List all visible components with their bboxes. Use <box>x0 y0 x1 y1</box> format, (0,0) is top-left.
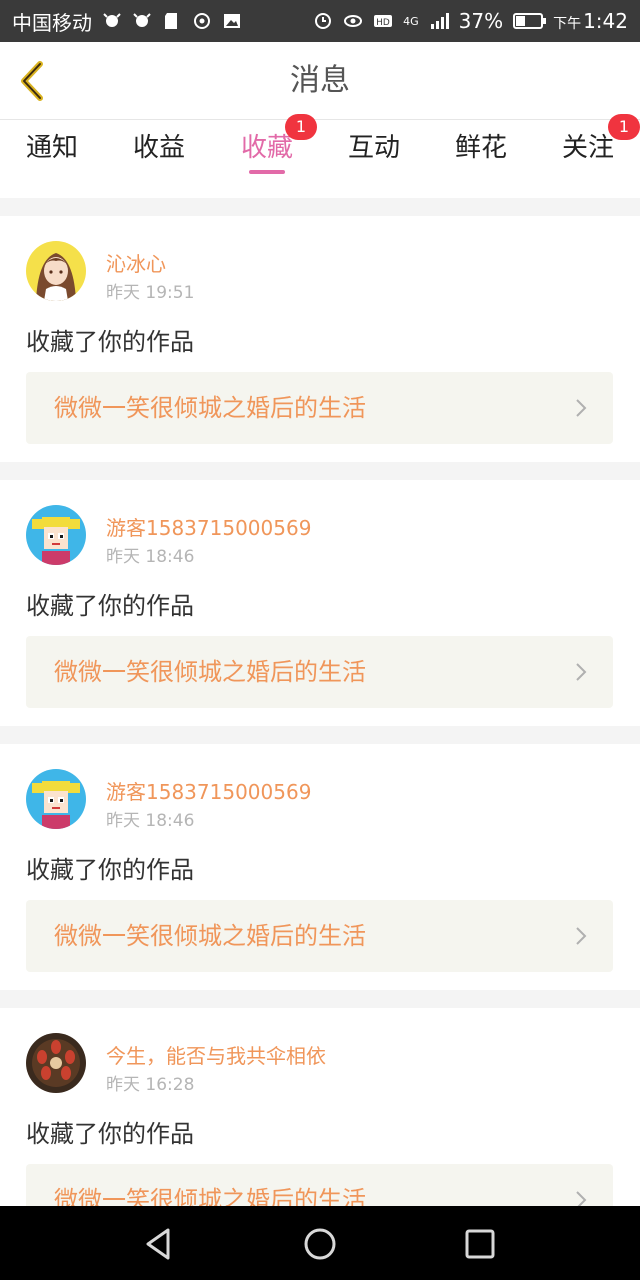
status-bar: 中国移动 HD 4G 37% 下午 1:42 <box>0 0 640 42</box>
user-name[interactable]: 游客1583715000569 <box>106 776 311 805</box>
tab-label: 收益 <box>132 133 185 163</box>
back-icon[interactable] <box>140 1224 180 1264</box>
message-feed[interactable]: 沁冰心 昨天 19:51 收藏了你的作品 微微一笑很倾城之婚后的生活 游客158… <box>0 198 640 1206</box>
tab-label: 互动 <box>347 133 400 163</box>
action-text: 收藏了你的作品 <box>26 328 194 356</box>
avatar[interactable] <box>26 1033 86 1093</box>
tab-notice[interactable]: 通知 <box>2 120 102 198</box>
work-title: 微微一笑很倾城之婚后的生活 <box>54 922 366 950</box>
work-link[interactable]: 微微一笑很倾城之婚后的生活 <box>26 372 613 444</box>
tab-follow[interactable]: 关注 1 <box>538 114 640 198</box>
notification-icon <box>102 11 122 31</box>
anime-girl-avatar <box>26 241 86 301</box>
user-name[interactable]: 游客1583715000569 <box>106 512 311 541</box>
action-text: 收藏了你的作品 <box>26 856 194 884</box>
pixel-guest-avatar <box>26 769 86 829</box>
status-left: 中国移动 <box>12 7 242 36</box>
battery-fill <box>516 16 526 26</box>
hd-icon: HD <box>373 11 393 31</box>
chevron-right-icon <box>575 926 587 946</box>
message-card: 今生，能否与我共伞相依 昨天 16:28 收藏了你的作品 微微一笑很倾城之婚后的… <box>0 1008 640 1206</box>
battery-icon <box>513 13 547 29</box>
sync-icon <box>192 11 212 31</box>
tab-earnings[interactable]: 收益 <box>109 120 209 198</box>
avatar[interactable] <box>26 769 86 829</box>
clock: 1:42 <box>583 9 628 33</box>
signal-icon <box>429 11 449 31</box>
sd-card-icon <box>162 11 182 31</box>
chevron-right-icon <box>575 398 587 418</box>
avatar[interactable] <box>26 241 86 301</box>
tab-label: 关注 <box>561 133 614 163</box>
avatar[interactable] <box>26 505 86 565</box>
timestamp: 昨天 18:46 <box>106 811 195 831</box>
work-title: 微微一笑很倾城之婚后的生活 <box>54 658 366 686</box>
time-prefix: 下午 <box>553 16 582 32</box>
message-card: 游客1583715000569 昨天 18:46 收藏了你的作品 微微一笑很倾城… <box>0 744 640 990</box>
user-name[interactable]: 今生，能否与我共伞相依 <box>106 1040 326 1069</box>
message-card: 沁冰心 昨天 19:51 收藏了你的作品 微微一笑很倾城之婚后的生活 <box>0 216 640 462</box>
network-type: 4G <box>403 14 419 28</box>
carrier-name: 中国移动 <box>12 10 92 35</box>
tab-interaction[interactable]: 互动 <box>324 120 424 198</box>
tab-bar: 通知 收益 收藏 1 互动 鲜花 关注 1 <box>0 114 640 198</box>
tab-flowers[interactable]: 鲜花 <box>431 120 531 198</box>
pixel-guest-avatar <box>26 505 86 565</box>
chevron-right-icon <box>575 1190 587 1206</box>
tab-badge: 1 <box>608 114 640 140</box>
timestamp: 昨天 19:51 <box>106 283 195 303</box>
home-icon[interactable] <box>300 1224 340 1264</box>
work-title: 微微一笑很倾城之婚后的生活 <box>54 1186 366 1206</box>
notification-icon <box>132 11 152 31</box>
user-name[interactable]: 沁冰心 <box>106 248 166 277</box>
timestamp: 昨天 18:46 <box>106 547 195 567</box>
active-tab-indicator <box>249 170 285 174</box>
eye-icon <box>343 11 363 31</box>
recents-icon[interactable] <box>460 1224 500 1264</box>
page-title: 消息 <box>290 63 350 98</box>
tab-label: 收藏 <box>240 133 293 163</box>
timestamp: 昨天 16:28 <box>106 1075 195 1095</box>
svg-text:HD: HD <box>376 18 390 28</box>
tab-label: 通知 <box>25 133 78 163</box>
status-right: HD 4G 37% 下午 1:42 <box>313 9 628 33</box>
work-link[interactable]: 微微一笑很倾城之婚后的生活 <box>26 900 613 972</box>
food-avatar <box>26 1033 86 1093</box>
tab-label: 鲜花 <box>454 133 507 163</box>
action-text: 收藏了你的作品 <box>26 592 194 620</box>
tab-favorites[interactable]: 收藏 1 <box>217 114 317 198</box>
work-link[interactable]: 微微一笑很倾城之婚后的生活 <box>26 1164 613 1206</box>
chevron-right-icon <box>575 662 587 682</box>
work-link[interactable]: 微微一笑很倾城之婚后的生活 <box>26 636 613 708</box>
image-icon <box>222 11 242 31</box>
tab-badge: 1 <box>285 114 317 140</box>
header: 消息 <box>0 42 640 120</box>
alarm-icon <box>313 11 333 31</box>
work-title: 微微一笑很倾城之婚后的生活 <box>54 394 366 422</box>
system-nav-bar <box>0 1206 640 1280</box>
battery-percent: 37% <box>458 9 504 33</box>
message-card: 游客1583715000569 昨天 18:46 收藏了你的作品 微微一笑很倾城… <box>0 480 640 726</box>
action-text: 收藏了你的作品 <box>26 1120 194 1148</box>
